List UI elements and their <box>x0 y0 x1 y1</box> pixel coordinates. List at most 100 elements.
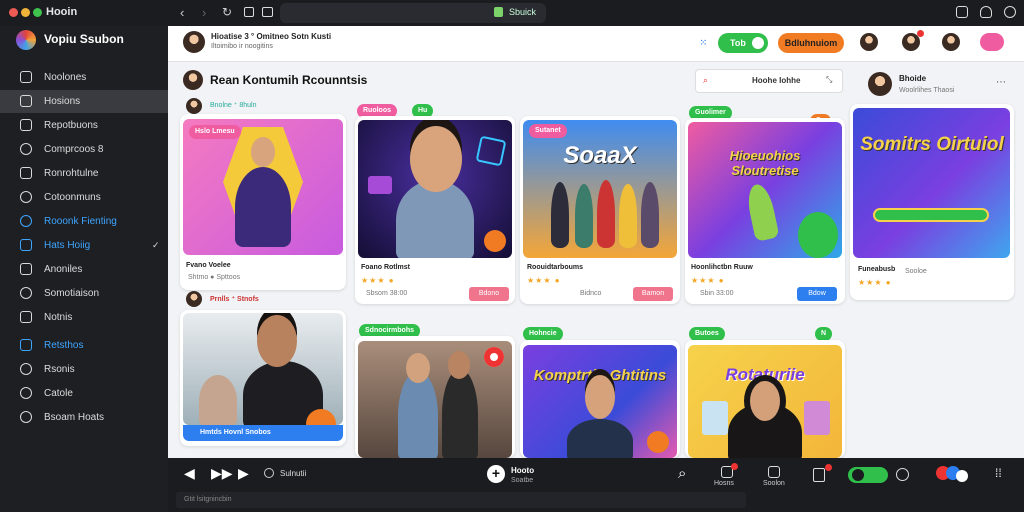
folder-icon <box>20 119 32 131</box>
card-4-button[interactable]: Bdow <box>797 287 837 301</box>
toggle-knob <box>752 37 764 49</box>
sidebar-item-notes[interactable]: Notnis <box>0 306 168 329</box>
card-5-title: Funeabusb <box>858 266 896 273</box>
back-icon[interactable]: ‹ <box>180 5 184 20</box>
card-1-meta: Shtmo ● Spttoos <box>188 274 241 281</box>
sidebar-title: Vopiu Ssubon <box>44 32 124 46</box>
search-icon: ⌕ <box>703 75 709 85</box>
compass-icon <box>20 143 32 155</box>
more-icon[interactable]: ⋯ <box>996 77 1006 88</box>
cast-label: Hosns <box>714 480 734 487</box>
sidebar-item-heats[interactable]: Bsoam Hoats <box>0 406 168 429</box>
more-options-icon[interactable]: ⁞⁞ <box>995 466 1002 480</box>
card-3-thumbnail[interactable]: SoaaX <box>523 120 677 258</box>
sidebar-item-comments[interactable]: Cotoonmuns <box>0 186 168 209</box>
site-icon <box>494 7 503 17</box>
search-placeholder: Hoohe Iohhe <box>752 76 801 85</box>
now-playing-sub: Soatbe <box>511 477 534 484</box>
card-7-thumbnail[interactable] <box>358 341 512 458</box>
profile-menu[interactable] <box>980 33 1004 51</box>
sidebar-item-runtime[interactable]: Ronrohtulne <box>0 162 168 185</box>
card-4-poster-title: Hioeuohios Sloutretise <box>729 148 801 178</box>
skip-icon[interactable]: ▶▶ <box>211 465 233 482</box>
card-2-thumbnail[interactable] <box>358 120 512 258</box>
now-playing-title: Hooto <box>511 466 535 475</box>
close-window-button[interactable] <box>9 8 18 17</box>
sidebar-item-hats[interactable]: Hats Hoiig <box>0 234 168 257</box>
sidebar-item-analytics[interactable]: Anoniles <box>0 258 168 281</box>
tag-icon <box>20 167 32 179</box>
camera-icon[interactable] <box>262 7 273 17</box>
status-field[interactable] <box>176 492 746 508</box>
card-5-meta: Sooloe <box>905 268 927 275</box>
extensions-icon[interactable] <box>956 6 968 18</box>
add-icon[interactable]: + <box>487 465 505 483</box>
audio-icon[interactable] <box>264 468 274 478</box>
card-4-thumbnail[interactable]: Hioeuohios Sloutretise <box>688 122 842 258</box>
sidebar-item-sessions[interactable]: Hosions <box>0 90 168 113</box>
card-9-thumbnail[interactable]: Rotaturiie <box>688 345 842 458</box>
card-5-thumbnail[interactable]: Somitrs Oirtuiol <box>853 108 1010 258</box>
sidebar-item-compress[interactable]: Comprcoos 8 <box>0 138 168 161</box>
card-9-tag: Butoes <box>689 327 725 341</box>
card-8-tag: Hohncie <box>523 327 563 341</box>
share-icon[interactable] <box>768 466 780 478</box>
status-text: Gtit lsitgnincbin <box>184 496 232 503</box>
card-5-poster-title: Somitrs Oirtuiol <box>860 134 1004 155</box>
trending-icon <box>20 215 32 227</box>
user-avatar-1[interactable] <box>860 33 878 51</box>
note-icon <box>20 311 32 323</box>
profile-name: Bhoide <box>899 74 927 83</box>
sidebar-item-home[interactable]: Noolones <box>0 66 168 89</box>
sidebar-item-reports[interactable]: Repotbuons <box>0 114 168 137</box>
help-icon <box>20 411 32 423</box>
globe-icon <box>20 387 32 399</box>
card-1-thumbnail[interactable] <box>183 119 343 255</box>
settings-icon[interactable] <box>896 468 909 481</box>
user-avatar-3[interactable] <box>942 33 960 51</box>
queue-icon[interactable] <box>813 468 825 482</box>
address-bar[interactable] <box>280 3 546 23</box>
reload-icon[interactable]: ↻ <box>222 5 232 19</box>
subscribe-button[interactable]: Bdluhnuiom <box>778 33 844 53</box>
maximize-window-button[interactable] <box>33 8 42 17</box>
sidebar-item-rsonis[interactable]: Rsonis <box>0 358 168 381</box>
gear-icon <box>20 287 32 299</box>
card-2-button[interactable]: Bdono <box>469 287 509 301</box>
filter-icon[interactable]: ⤡ <box>826 75 832 85</box>
address-text: Sbuick <box>509 7 537 17</box>
card-5-rating: ★★★ ● <box>858 278 892 287</box>
bookmark-icon[interactable] <box>244 7 254 17</box>
card-9-tag2: N <box>815 327 833 341</box>
card-3-meta: Bidnco <box>580 290 602 297</box>
profile-sub: Woolrlihes Thaosi <box>899 87 955 94</box>
channel-subtitle: Iltoimibo ir noogitins <box>211 43 273 50</box>
notifications-icon[interactable] <box>980 6 992 18</box>
play-icon[interactable]: ▶ <box>238 465 249 482</box>
section-avatar <box>183 70 203 90</box>
card-3-button[interactable]: Bamon <box>633 287 673 301</box>
card-4-meta: Sbin 33:00 <box>700 290 734 297</box>
sidebar-item-results[interactable]: Retsthos <box>0 334 168 357</box>
track-name: Sulnutii <box>280 469 307 478</box>
forward-icon[interactable]: › <box>202 5 206 20</box>
sidebar-item-settings[interactable]: Somotiaison <box>0 282 168 305</box>
card-2-title: Foano Rotlmst <box>361 264 410 271</box>
previous-icon[interactable]: ◀ <box>184 465 195 482</box>
account-icon[interactable] <box>1004 6 1016 18</box>
channel-avatar[interactable] <box>183 31 205 53</box>
chevron-down-icon[interactable]: ✓ <box>152 240 160 251</box>
grid-icon <box>20 95 32 107</box>
playlist-icon <box>20 239 32 251</box>
card-8-thumbnail[interactable]: Komptrtin Ghtitins <box>523 345 677 458</box>
minimize-window-button[interactable] <box>21 8 30 17</box>
sidebar-item-trending[interactable]: Rooonk Fienting <box>0 210 168 233</box>
app-icon-white[interactable] <box>956 470 968 482</box>
profile-avatar[interactable] <box>868 72 892 96</box>
sidebar-item-catole[interactable]: Catole <box>0 382 168 405</box>
row2-label: Prnlls ⁺ Stnofs <box>210 296 259 303</box>
grid-icon[interactable]: ⁙ <box>700 38 707 47</box>
home-icon <box>20 71 32 83</box>
search-icon[interactable]: ⌕ <box>678 465 686 482</box>
row2-avatar <box>186 291 202 307</box>
